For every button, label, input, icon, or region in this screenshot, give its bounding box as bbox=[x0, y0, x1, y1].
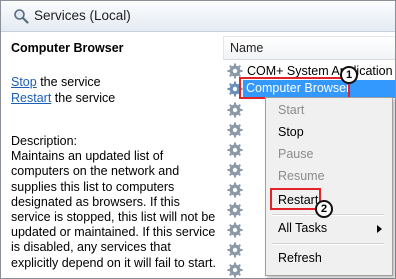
stop-service-link[interactable]: Stop bbox=[11, 75, 37, 89]
name-column-header[interactable]: Name bbox=[223, 36, 395, 60]
menu-item-all-tasks[interactable]: All Tasks bbox=[278, 221, 327, 235]
callout-box-1 bbox=[239, 77, 350, 99]
name-column-label: Name bbox=[230, 41, 264, 55]
gear-icon bbox=[227, 222, 243, 238]
submenu-arrow-icon bbox=[377, 225, 382, 233]
description-text: Maintains an updated list of computers o… bbox=[11, 149, 216, 270]
magnifier-gear-icon bbox=[14, 9, 29, 24]
stop-action-line: Stop the service bbox=[11, 75, 101, 89]
left-pane: Computer Browser Stop the service Restar… bbox=[1, 32, 223, 278]
restart-action-line: Restart the service bbox=[11, 91, 115, 105]
menu-item-pause[interactable]: Pause bbox=[278, 147, 313, 161]
callout-badge-1: 1 bbox=[340, 66, 358, 84]
gear-icon bbox=[227, 102, 243, 118]
menu-item-stop[interactable]: Stop bbox=[278, 125, 304, 139]
gear-icon bbox=[227, 202, 243, 218]
service-row-com-plus[interactable]: COM+ System Application bbox=[247, 64, 393, 78]
service-name-heading: Computer Browser bbox=[11, 41, 124, 55]
restart-service-link[interactable]: Restart bbox=[11, 91, 51, 105]
restart-action-suffix: the service bbox=[51, 91, 116, 105]
gear-icon bbox=[227, 122, 243, 138]
menu-item-resume[interactable]: Resume bbox=[278, 169, 325, 183]
gear-icon bbox=[227, 162, 243, 178]
menu-separator bbox=[272, 243, 384, 245]
description-label: Description: bbox=[11, 134, 77, 148]
service-description: Description: Maintains an updated list o… bbox=[11, 134, 217, 271]
callout-badge-2: 2 bbox=[315, 200, 333, 218]
gear-icon bbox=[227, 182, 243, 198]
gear-icon bbox=[227, 142, 243, 158]
context-menu: Start Stop Pause Resume Restart All Task… bbox=[265, 97, 393, 276]
gear-icon bbox=[227, 242, 243, 258]
callout-box-2 bbox=[270, 188, 321, 210]
stop-action-suffix: the service bbox=[36, 75, 101, 89]
title-bar: Services (Local) bbox=[1, 1, 395, 32]
gear-icon bbox=[227, 262, 243, 278]
menu-item-start[interactable]: Start bbox=[278, 103, 304, 117]
menu-item-refresh[interactable]: Refresh bbox=[278, 251, 322, 265]
window-title: Services (Local) bbox=[34, 8, 131, 23]
